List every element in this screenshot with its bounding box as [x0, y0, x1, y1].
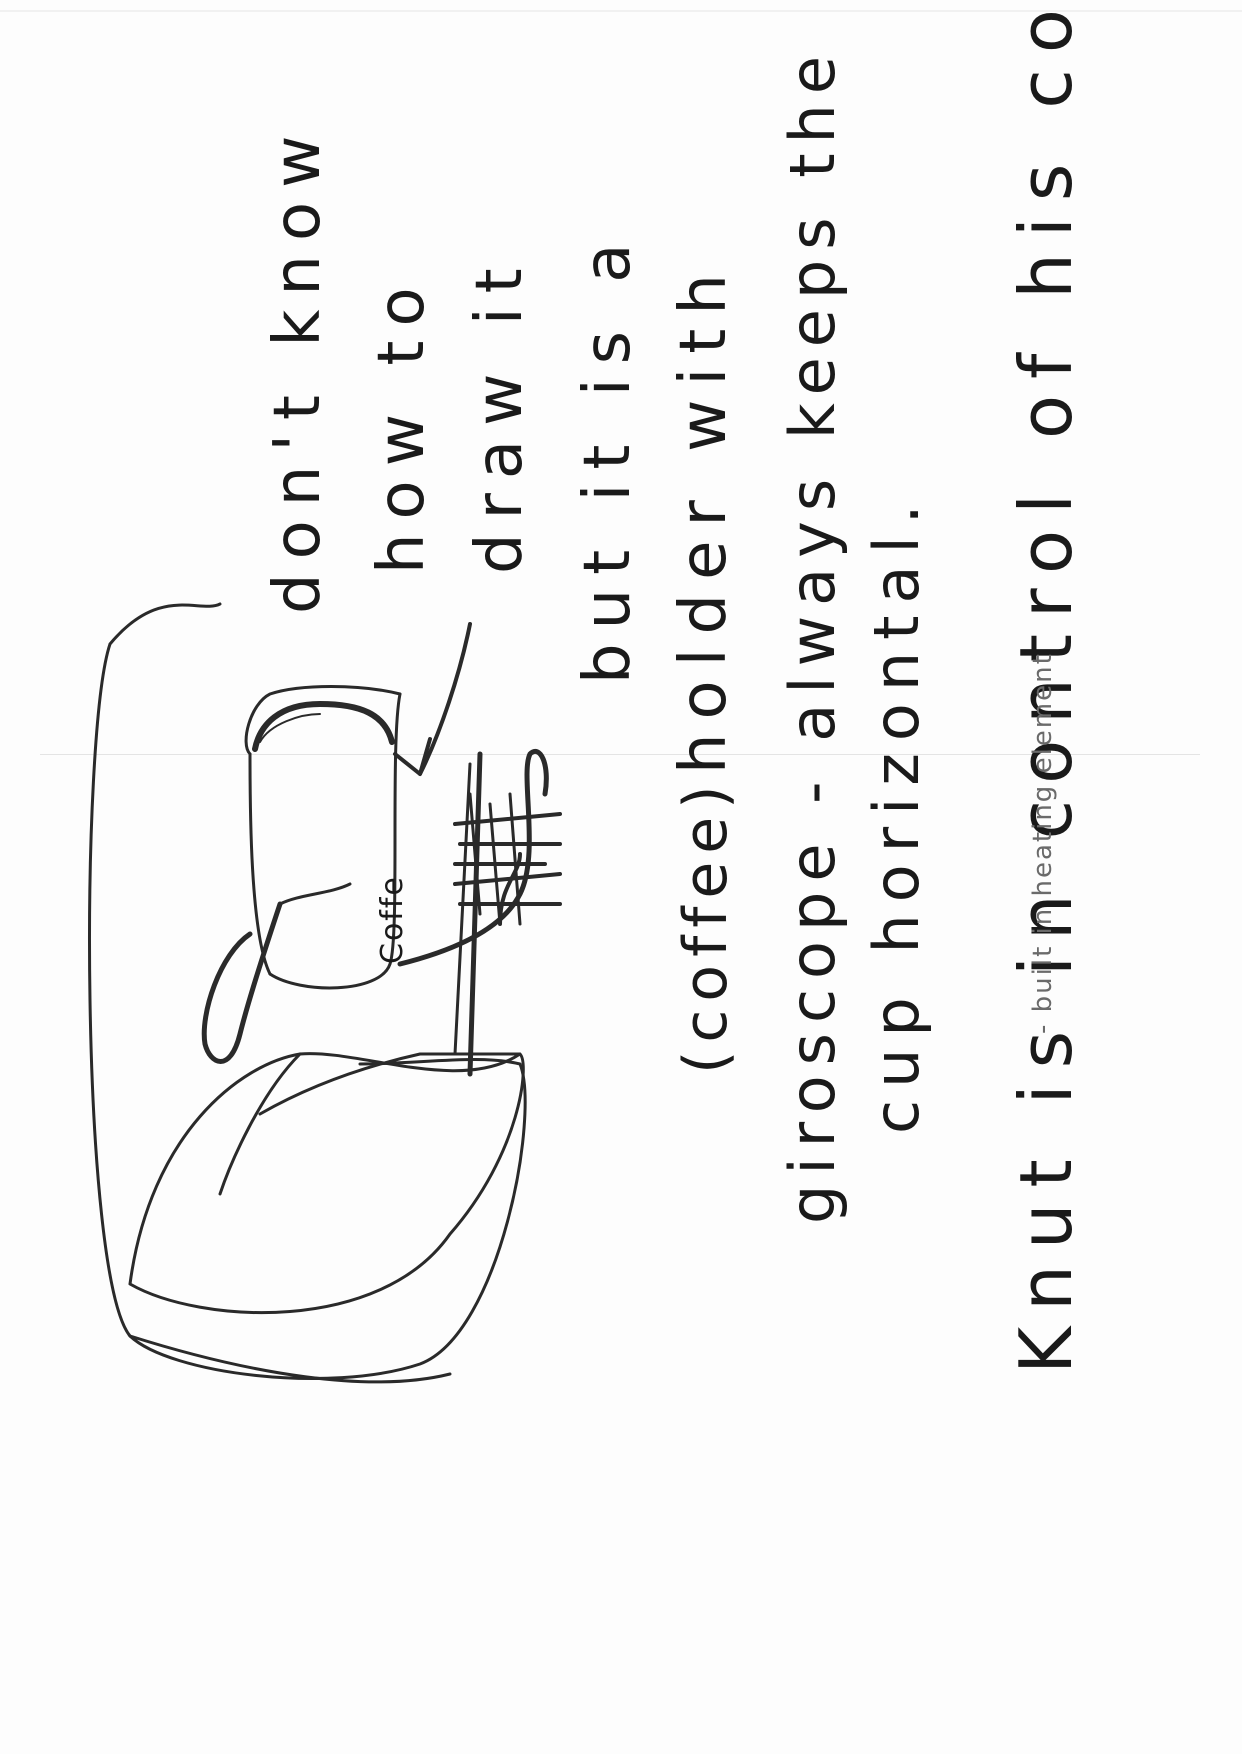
note-line-coffee: (coffee) [671, 777, 741, 1074]
note-line-7: cup horizontal. [860, 492, 933, 1134]
sketch-canvas: Coffe don't know how to draw it but it i… [0, 0, 1242, 1754]
note-line-5: holder with [667, 260, 741, 774]
note-line-6: giroscope - always keeps the [776, 46, 849, 1224]
cup-label: Coffe [375, 875, 410, 964]
bag-sketch [128, 1058, 527, 1384]
note-line-4: but it is a [571, 229, 645, 684]
note-line-1: don't know [261, 121, 335, 615]
footnote-heating-element: - built in heating element [1028, 652, 1058, 1034]
scanned-sketch-page: Coffe don't know how to draw it but it i… [0, 0, 1242, 1754]
note-line-3: draw it [463, 254, 537, 574]
note-line-2: how to [365, 273, 439, 574]
pointer-arrow [393, 622, 472, 776]
